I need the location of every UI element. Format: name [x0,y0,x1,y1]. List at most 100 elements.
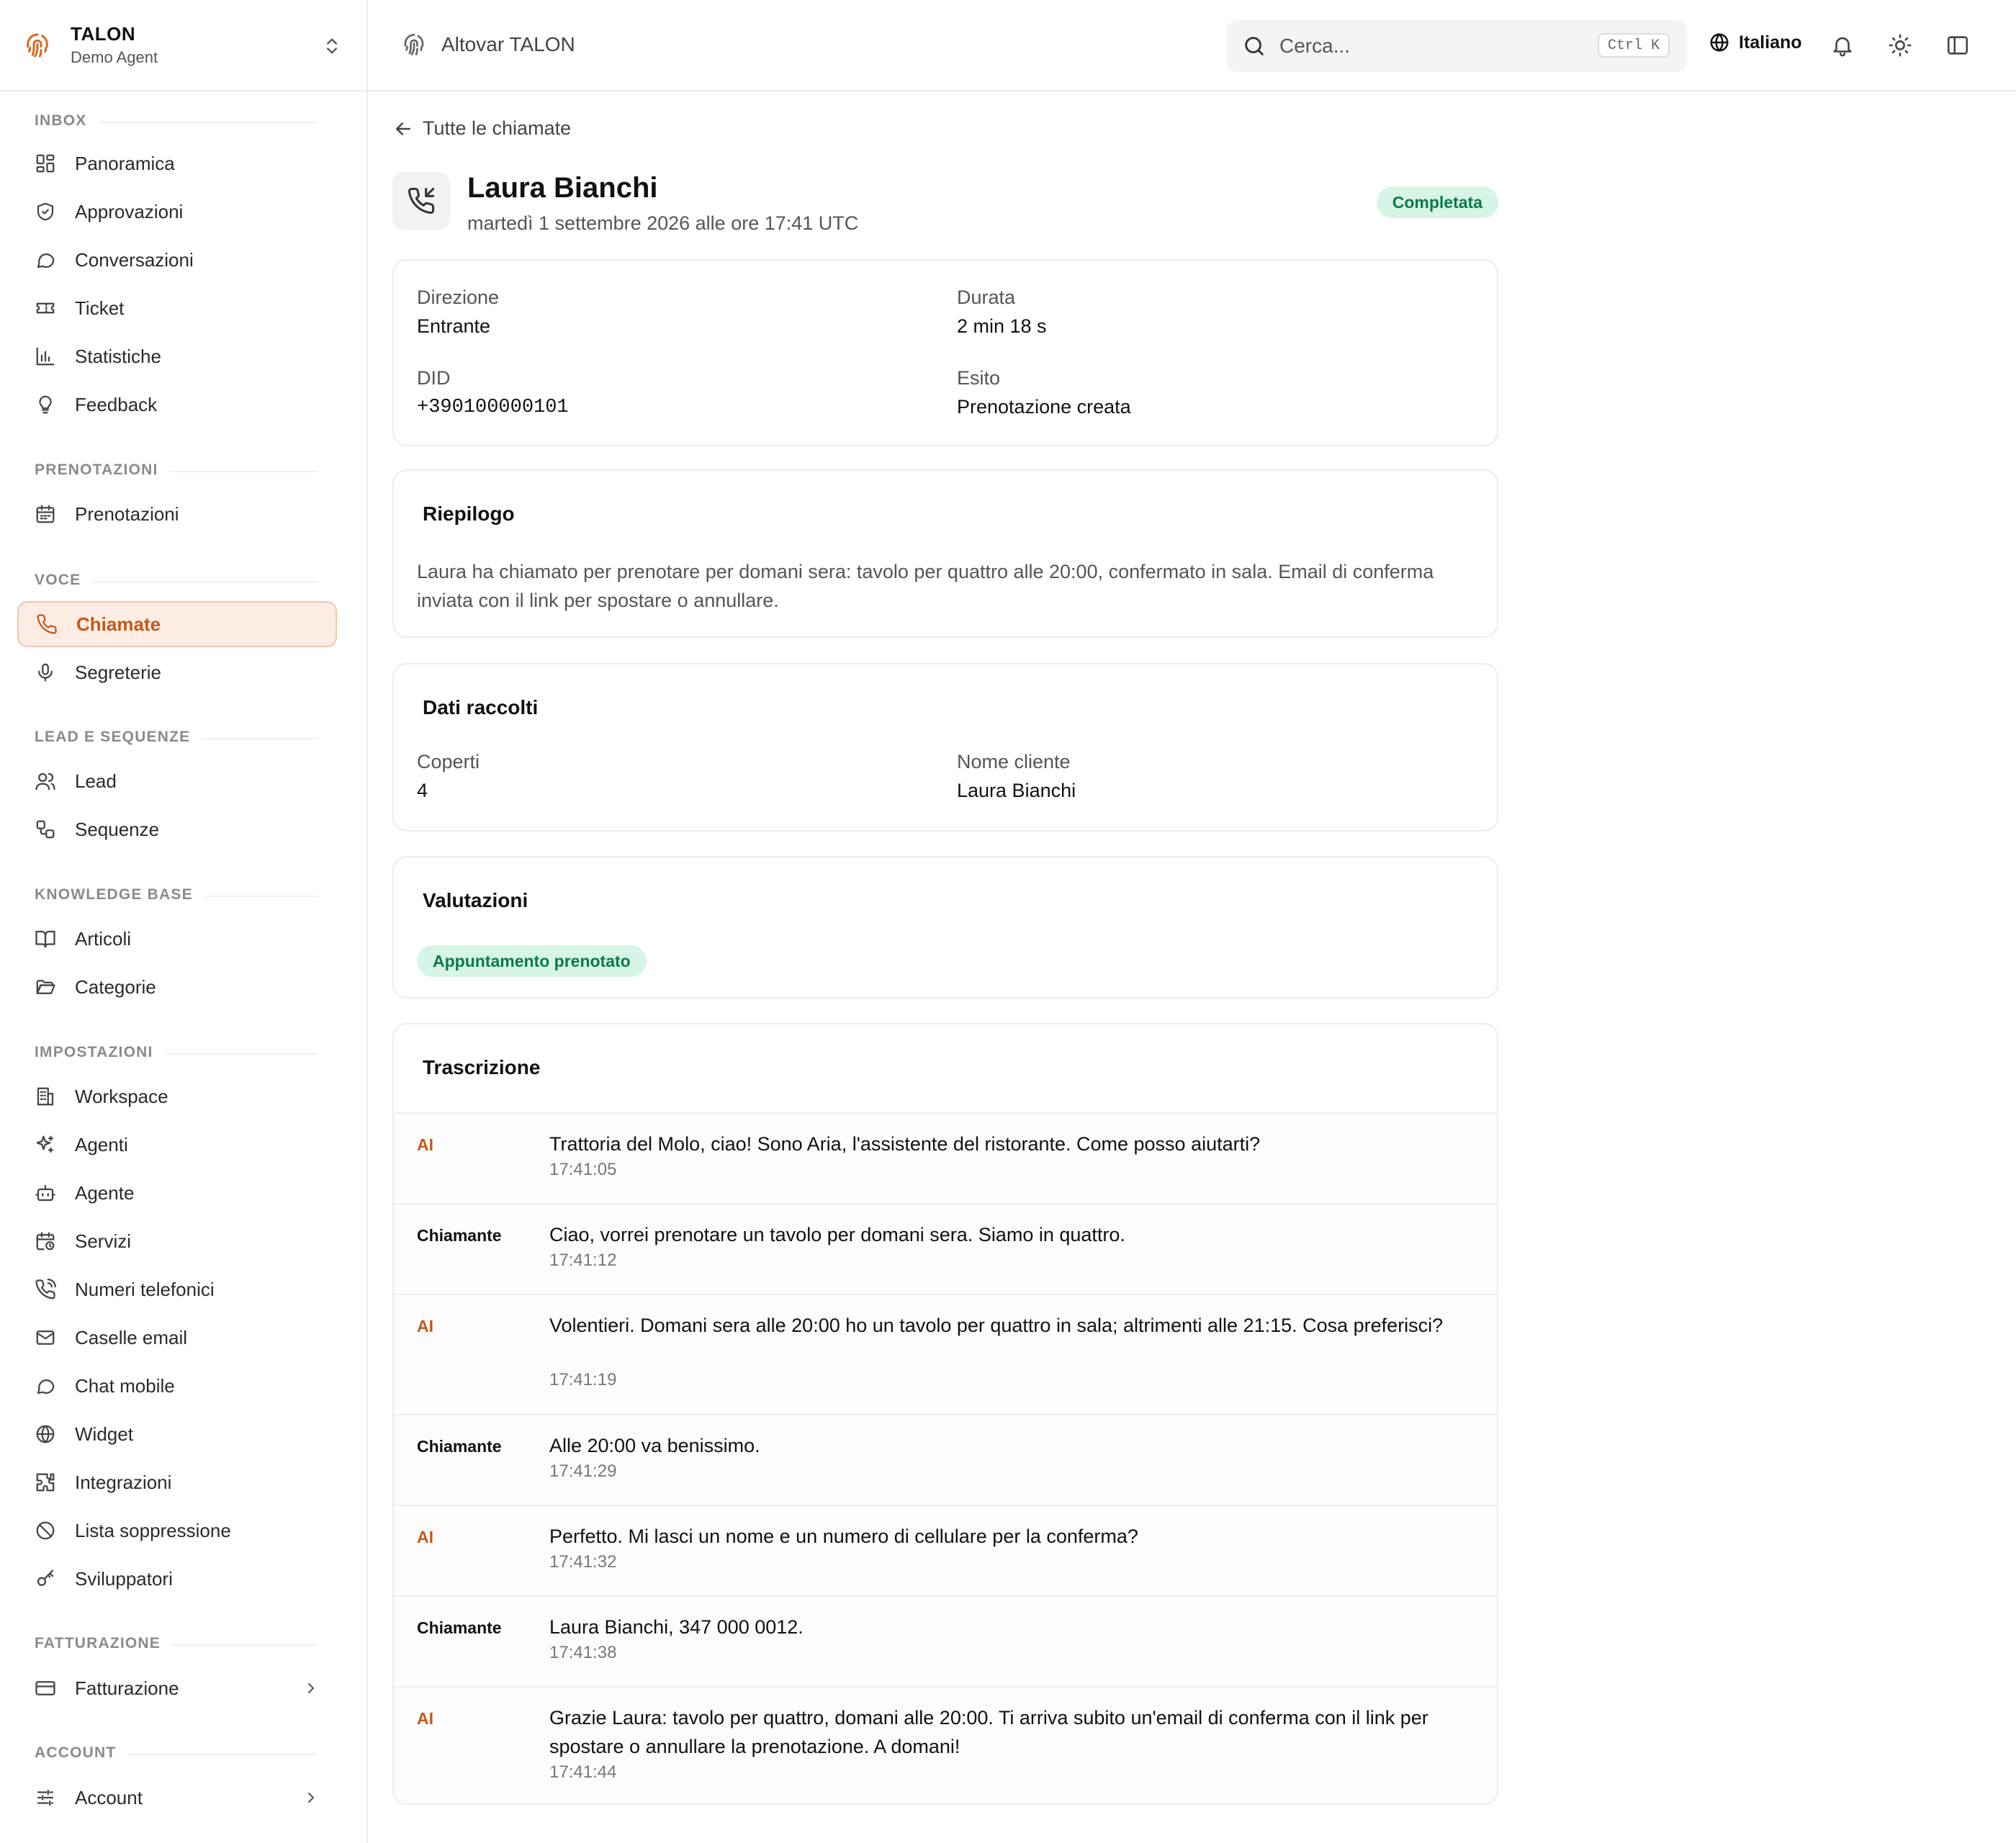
transcript-timestamp: 17:41:44 [549,1762,617,1782]
phone-icon [36,613,58,635]
sidebar-item-prenotazioni[interactable]: Prenotazioni [17,491,337,537]
section-title: INBOX [35,112,87,129]
workspace-subtitle: Demo Agent [71,48,158,66]
transcript-message: Alle 20:00 va benissimo. [549,1435,760,1456]
sidebar-item-label: Prenotazioni [75,503,179,525]
panel-toggle-icon[interactable] [1945,33,1970,58]
message-circle-icon [35,1375,56,1397]
transcript-row: Chiamante Alle 20:00 va benissimo. 17:41:2… [394,1414,1497,1505]
sidebar-item-articoli[interactable]: Articoli [17,916,337,962]
covers-value: 4 [417,780,428,801]
sidebar-item-account[interactable]: Account [17,1775,337,1821]
transcript-row: AI Grazie Laura: tavolo per quattro, doma… [394,1686,1497,1803]
transcript-message: Laura Bianchi, 347 000 0012. [549,1616,804,1638]
sidebar-item-statistiche[interactable]: Statistiche [17,333,337,379]
search-input[interactable]: Cerca... Ctrl K [1226,20,1687,72]
transcript-title: Trascrizione [423,1056,541,1078]
key-icon [35,1568,56,1590]
search-icon [1242,34,1266,58]
sun-icon[interactable] [1888,33,1912,58]
back-link-label: Tutte le chiamate [423,117,572,139]
mail-icon [35,1327,56,1348]
sidebar-item-feedback[interactable]: Feedback [17,382,337,428]
bot-icon [35,1182,56,1204]
sidebar-item-label: Account [75,1786,143,1808]
chat-bubble-icon [35,249,56,271]
summary-text: Laura ha chiamato per prenotare per doma… [417,561,1434,611]
section-divider [170,471,318,472]
section-divider [172,1644,318,1646]
sidebar-item-numeri-telefonici[interactable]: Numeri telefonici [17,1266,337,1312]
workflow-icon [35,819,56,840]
sidebar-item-widget[interactable]: Widget [17,1411,337,1457]
transcript-speaker: AI [417,1135,433,1154]
sidebar-item-servizi[interactable]: Servizi [17,1218,337,1264]
sidebar-item-fatturazione[interactable]: Fatturazione [17,1665,337,1711]
did-label: DID [417,367,451,389]
evaluations-title: Valutazioni [423,889,528,911]
sidebar-item-label: Lead [75,770,117,792]
section-title: PRENOTAZIONI [35,461,158,478]
sidebar-item-segreterie[interactable]: Segreterie [17,649,337,695]
section-title: KNOWLEDGE BASE [35,886,193,903]
calendar-icon [35,503,56,525]
duration-label: Durata [957,287,1016,308]
sidebar-item-label: Servizi [75,1230,132,1252]
breadcrumb-label: Altovar TALON [441,33,575,55]
folder-open-icon [35,976,56,998]
section-divider [204,896,318,897]
breadcrumb[interactable]: Altovar TALON [401,32,575,58]
transcript-timestamp: 17:41:32 [549,1552,617,1572]
transcript-speaker: Chiamante [417,1437,502,1456]
language-selector[interactable]: Italiano [1709,32,1802,53]
sidebar-item-chiamate[interactable]: Chiamate [17,601,337,647]
sidebar-item-label: Lista soppressione [75,1519,231,1541]
globe-icon [1709,32,1730,53]
arrow-left-icon [392,118,414,140]
back-link[interactable]: Tutte le chiamate [392,117,571,140]
direction-value: Entrante [417,315,491,337]
sidebar-item-label: Sequenze [75,818,160,840]
transcript-row: Chiamante Laura Bianchi, 347 000 0012. 17:… [394,1595,1497,1686]
transcript-speaker: AI [417,1317,433,1335]
sidebar-item-agente[interactable]: Agente [17,1170,337,1216]
chevrons-up-down-icon[interactable] [322,35,342,58]
bell-icon[interactable] [1830,33,1855,58]
sidebar-item-lead[interactable]: Lead [17,758,337,804]
topbar: Altovar TALON Cerca... Ctrl K Italiano [368,0,2016,91]
sidebar-item-workspace[interactable]: Workspace [17,1073,337,1119]
call-header: Laura Bianchi martedì 1 settembre 2026 a… [392,172,1498,244]
sliders-icon [35,1787,56,1808]
sidebar-item-panoramica[interactable]: Panoramica [17,140,337,186]
dashboard-icon [35,153,56,174]
sidebar-item-sequenze[interactable]: Sequenze [17,806,337,852]
sidebar-item-integrazioni[interactable]: Integrazioni [17,1459,337,1505]
sidebar-item-lista-soppressione[interactable]: Lista soppressione [17,1508,337,1554]
collected-data-card: Dati raccolti Coperti 4 Nome cliente Lau… [392,663,1498,832]
sidebar-item-conversazioni[interactable]: Conversazioni [17,237,337,283]
transcript-speaker: Chiamante [417,1226,502,1245]
section-title: VOCE [35,572,81,588]
direction-label: Direzione [417,287,500,308]
fingerprint-logo-icon [23,31,52,60]
transcript-row: AI Perfetto. Mi lasci un nome e un numero… [394,1505,1497,1595]
section-divider [99,122,318,123]
globe-icon [35,1423,56,1445]
sidebar-item-caselle-email[interactable]: Caselle email [17,1315,337,1361]
sidebar-item-label: Chat mobile [75,1374,175,1397]
sidebar-item-label: Approvazioni [75,200,184,222]
book-icon [35,928,56,950]
sidebar-item-label: Articoli [75,927,132,950]
transcript-message: Volentieri. Domani sera alle 20:00 ho un… [549,1315,1444,1336]
sidebar-item-ticket[interactable]: Ticket [17,285,337,331]
outcome-value: Prenotazione creata [957,396,1131,418]
sidebar-item-sviluppatori[interactable]: Sviluppatori [17,1556,337,1602]
sidebar-item-categorie[interactable]: Categorie [17,964,337,1010]
evaluation-tag: Appuntamento prenotato [417,945,647,977]
ticket-icon [35,297,56,319]
sidebar-item-label: Agenti [75,1133,128,1155]
workspace-switcher[interactable]: TALON Demo Agent [0,0,366,91]
sidebar-item-chat-mobile[interactable]: Chat mobile [17,1363,337,1409]
sidebar-item-agenti[interactable]: Agenti [17,1122,337,1168]
sidebar-item-approvazioni[interactable]: Approvazioni [17,189,337,235]
